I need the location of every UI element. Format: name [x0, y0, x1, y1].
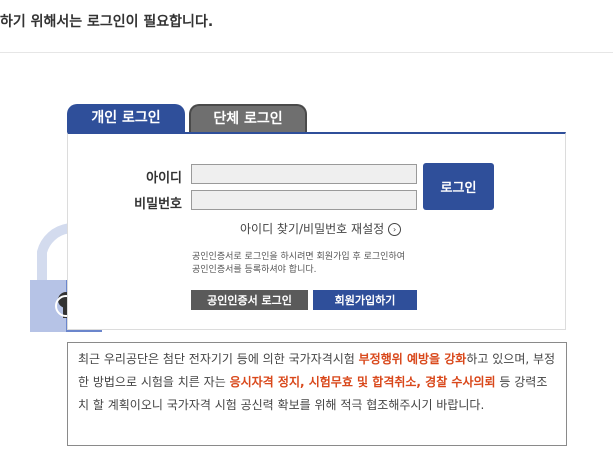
- find-account-label: 아이디 찾기/비밀번호 재설정: [240, 222, 385, 236]
- certificate-note-line-2: 공인인증서를 등록하셔야 합니다.: [192, 265, 317, 275]
- notice-highlight-2: 응시자격 정지, 시험무효 및 합격취소, 경찰 수사의뢰: [229, 375, 496, 389]
- notice-box: 최근 우리공단은 첨단 전자기기 등에 의한 국가자격시험 부정행위 예방을 강…: [67, 342, 567, 446]
- tab-personal-login[interactable]: 개인 로그인: [67, 104, 185, 132]
- password-label: 비밀번호: [134, 197, 182, 212]
- chevron-right-icon: ›: [388, 223, 402, 236]
- id-label: 아이디: [146, 171, 182, 186]
- login-required-message: 하기 위해서는 로그인이 필요합니다.: [0, 14, 214, 30]
- tab-group-login[interactable]: 단체 로그인: [189, 104, 307, 132]
- certificate-note: 공인인증서로 로그인을 하시려면 회원가입 후 로그인하여 공인인증서를 등록하…: [192, 251, 492, 277]
- password-input[interactable]: [191, 190, 417, 210]
- notice-highlight-1: 부정행위 예방을 강화: [358, 352, 467, 366]
- join-button[interactable]: 회원가입하기: [313, 290, 417, 310]
- login-button[interactable]: 로그인: [423, 163, 494, 210]
- find-account-link[interactable]: 아이디 찾기/비밀번호 재설정 ›: [240, 220, 402, 237]
- certificate-note-line-1: 공인인증서로 로그인을 하시려면 회원가입 후 로그인하여: [192, 252, 406, 262]
- notice-text-1: 최근 우리공단은 첨단 전자기기 등에 의한 국가자격시험: [78, 352, 359, 366]
- top-band: 하기 위해서는 로그인이 필요합니다.: [0, 0, 613, 53]
- id-input[interactable]: [191, 164, 417, 184]
- certificate-login-button[interactable]: 공인인증서 로그인: [191, 290, 308, 310]
